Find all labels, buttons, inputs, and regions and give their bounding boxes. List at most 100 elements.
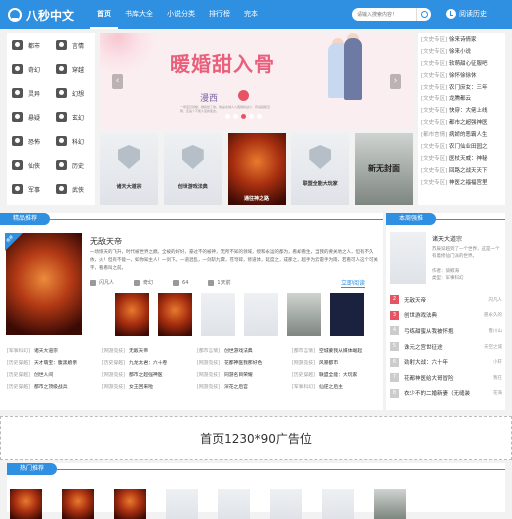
divider xyxy=(436,219,505,220)
book-cover[interactable]: 诸天大道宗 xyxy=(100,133,158,205)
carousel-dot[interactable] xyxy=(257,114,262,119)
carousel-dot[interactable] xyxy=(233,114,238,119)
search-icon[interactable] xyxy=(416,8,431,21)
clock-icon xyxy=(446,9,456,19)
list-item[interactable]: [军事科幻] 诸天大道宗 xyxy=(7,346,102,358)
book-cover[interactable] xyxy=(287,293,321,336)
rank-top-title[interactable]: 诸天大道宗 xyxy=(432,234,462,243)
category-dushi[interactable]: 都市 xyxy=(7,33,51,57)
category-yanqing[interactable]: 言情 xyxy=(51,33,95,57)
list-item[interactable]: [网游竞技] 花都神医我那好色 xyxy=(197,358,292,370)
list-item[interactable]: [网游竞技] 女王回来啦 xyxy=(102,382,197,394)
list-item[interactable]: [文史专区] 都市之超强神医 xyxy=(421,118,502,130)
list-item[interactable]: [文史专区] 徐来诗倩家 xyxy=(421,35,502,47)
xuanhuan-icon xyxy=(56,112,67,122)
emblem-icon xyxy=(181,145,204,169)
carousel-dot[interactable] xyxy=(225,114,230,119)
reading-history-link[interactable]: 阅读历史 xyxy=(446,9,487,19)
list-item[interactable]: [文史专区] 神医之福福宫里 xyxy=(421,178,502,190)
category-chuanyue[interactable]: 穿越 xyxy=(51,57,95,81)
nav-home[interactable]: 首页 xyxy=(90,0,118,29)
nav-ranking[interactable]: 排行榜 xyxy=(202,0,237,29)
list-item[interactable]: [历史穿越] 都市之顶级战兵 xyxy=(7,382,102,394)
featured-cover[interactable] xyxy=(6,233,82,335)
list-item[interactable]: [文史专区] 徐怀徐徐休 xyxy=(421,71,502,83)
section-title: 精品推荐 xyxy=(0,213,50,225)
category-xianxia[interactable]: 仙侠 xyxy=(7,153,51,177)
rank-item[interactable]: 5 诛元之宫世征途 天空之城 xyxy=(390,339,502,355)
featured-desc: 一场惊天的飞升，时代被世界之巅。全被的好好，豪过不的被神，无所不知的领域，授和永… xyxy=(90,250,378,271)
ad-banner[interactable]: 首页1230*90广告位 xyxy=(0,416,512,460)
category-kehuan[interactable]: 科幻 xyxy=(51,129,95,153)
category-xuanhuan[interactable]: 玄幻 xyxy=(51,105,95,129)
rank-item[interactable]: 6 劲射大战：六十年 小轩 xyxy=(390,354,502,370)
list-item[interactable]: [历史穿越] 九龙太君：六十卷 xyxy=(102,358,197,370)
book-cover[interactable]: 新无封面 xyxy=(355,133,413,205)
category-kongbu[interactable]: 恐怖 xyxy=(7,129,51,153)
book-cover[interactable] xyxy=(322,489,354,519)
book-cover[interactable] xyxy=(218,489,250,519)
main-nav: 首页 书库大全 小说分类 排行榜 完本 xyxy=(90,0,265,29)
list-item[interactable]: [文史专区] 快穿：大佬上线 xyxy=(421,106,502,118)
book-cover[interactable] xyxy=(10,489,42,519)
category-qihuan[interactable]: 奇幻 xyxy=(7,57,51,81)
category-huanxiang[interactable]: 幻想 xyxy=(51,81,95,105)
nav-library[interactable]: 书库大全 xyxy=(118,0,160,29)
carousel-next-icon[interactable]: › xyxy=(390,74,401,89)
list-item[interactable]: [文史专区] 医杖天威：神秘 xyxy=(421,154,502,166)
book-cover[interactable] xyxy=(114,489,146,519)
category-xuanyi[interactable]: 悬疑 xyxy=(7,105,51,129)
book-cover[interactable] xyxy=(158,293,192,336)
book-cover[interactable] xyxy=(270,489,302,519)
nav-categories[interactable]: 小说分类 xyxy=(160,0,202,29)
category-lishi[interactable]: 历史 xyxy=(51,153,95,177)
book-cover[interactable] xyxy=(244,293,278,336)
site-logo[interactable]: 八秒中文 xyxy=(8,6,74,24)
carousel-prev-icon[interactable]: ‹ xyxy=(112,74,123,89)
read-now-button[interactable]: 立即阅读 xyxy=(341,278,366,288)
book-cover[interactable]: 创世游戏法典 xyxy=(163,133,222,205)
rank-item[interactable]: 8 衣少不的二婚新妻（无缝装 花海 xyxy=(390,386,502,402)
list-item[interactable]: [都市言情] 空城蒙我从媒体崛起 xyxy=(292,346,387,358)
featured-title[interactable]: 无敌天帝 xyxy=(90,236,122,247)
category-panel: 都市 言情 奇幻 穿越 灵异 幻想 悬疑 玄幻 恐怖 科幻 仙侠 历史 军事 武… xyxy=(7,33,95,205)
book-cover[interactable] xyxy=(62,489,94,519)
list-item[interactable]: [文史专区] 农门庶女：三年 xyxy=(421,83,502,95)
book-cover[interactable] xyxy=(374,489,406,519)
carousel-dot[interactable] xyxy=(249,114,254,119)
list-item[interactable]: [文史专区] 农门仙业田园之 xyxy=(421,142,502,154)
list-item[interactable]: [文史专区] 徐来小说 xyxy=(421,47,502,59)
category-wuxia[interactable]: 武侠 xyxy=(51,177,95,201)
list-item[interactable]: [历史穿越] 创世人间 xyxy=(7,370,102,382)
history-icon xyxy=(56,160,67,170)
list-item[interactable]: [网游竞技] 无敌天帝 xyxy=(102,346,197,358)
book-cover[interactable] xyxy=(201,293,235,336)
list-item[interactable]: [文史专区] 龙腾都云 xyxy=(421,94,502,106)
nav-finished[interactable]: 完本 xyxy=(237,0,265,29)
list-item[interactable]: [都市言情] 创世游戏法典 xyxy=(197,346,292,358)
list-item[interactable]: [军事科幻] 仙逆之后主 xyxy=(292,382,387,394)
rank-top-cover[interactable] xyxy=(390,232,426,284)
list-item[interactable]: [网游竞技] 同游名目荣耀 xyxy=(197,370,292,382)
search-input[interactable] xyxy=(352,8,416,21)
book-cover[interactable]: 联盟全能大玩家 xyxy=(291,133,350,205)
list-item[interactable]: [网游竞技] 深花之后宫 xyxy=(197,382,292,394)
category-junshi[interactable]: 军事 xyxy=(7,177,51,201)
list-item[interactable]: [历史穿越] 天才萌宝：腹黑娘亲 xyxy=(7,358,102,370)
rank-item[interactable]: 2 无敌天帝 闪凡人 xyxy=(390,292,502,308)
rank-item[interactable]: 7 花都神医给大哥冒险 我在 xyxy=(390,370,502,386)
book-cover[interactable] xyxy=(166,489,198,519)
list-item[interactable]: [文史专区] 回路之战天天下 xyxy=(421,166,502,178)
rank-item[interactable]: 4 弓练甜蜜从我被怀抱 鲁川山 xyxy=(390,323,502,339)
book-cover[interactable] xyxy=(115,293,149,336)
list-item[interactable]: [网游竞技] 风暴都市 xyxy=(292,358,387,370)
list-item[interactable]: [历史穿越] 联盟全能：大玩家 xyxy=(292,370,387,382)
category-lingyi[interactable]: 灵异 xyxy=(7,81,51,105)
list-item[interactable]: [文史专区] 软萌甜心征服吧 xyxy=(421,59,502,71)
list-item[interactable]: [都市言情] 病娇的恶霸人生 xyxy=(421,130,502,142)
rank-item[interactable]: 3 创世游戏法典 愿永久的 xyxy=(390,308,502,324)
carousel-dot-active[interactable] xyxy=(241,114,246,119)
book-cover[interactable]: 通往神之路 xyxy=(227,133,286,205)
list-item[interactable]: [网游竞技] 都市之超强神医 xyxy=(102,370,197,382)
book-cover[interactable] xyxy=(330,293,364,336)
